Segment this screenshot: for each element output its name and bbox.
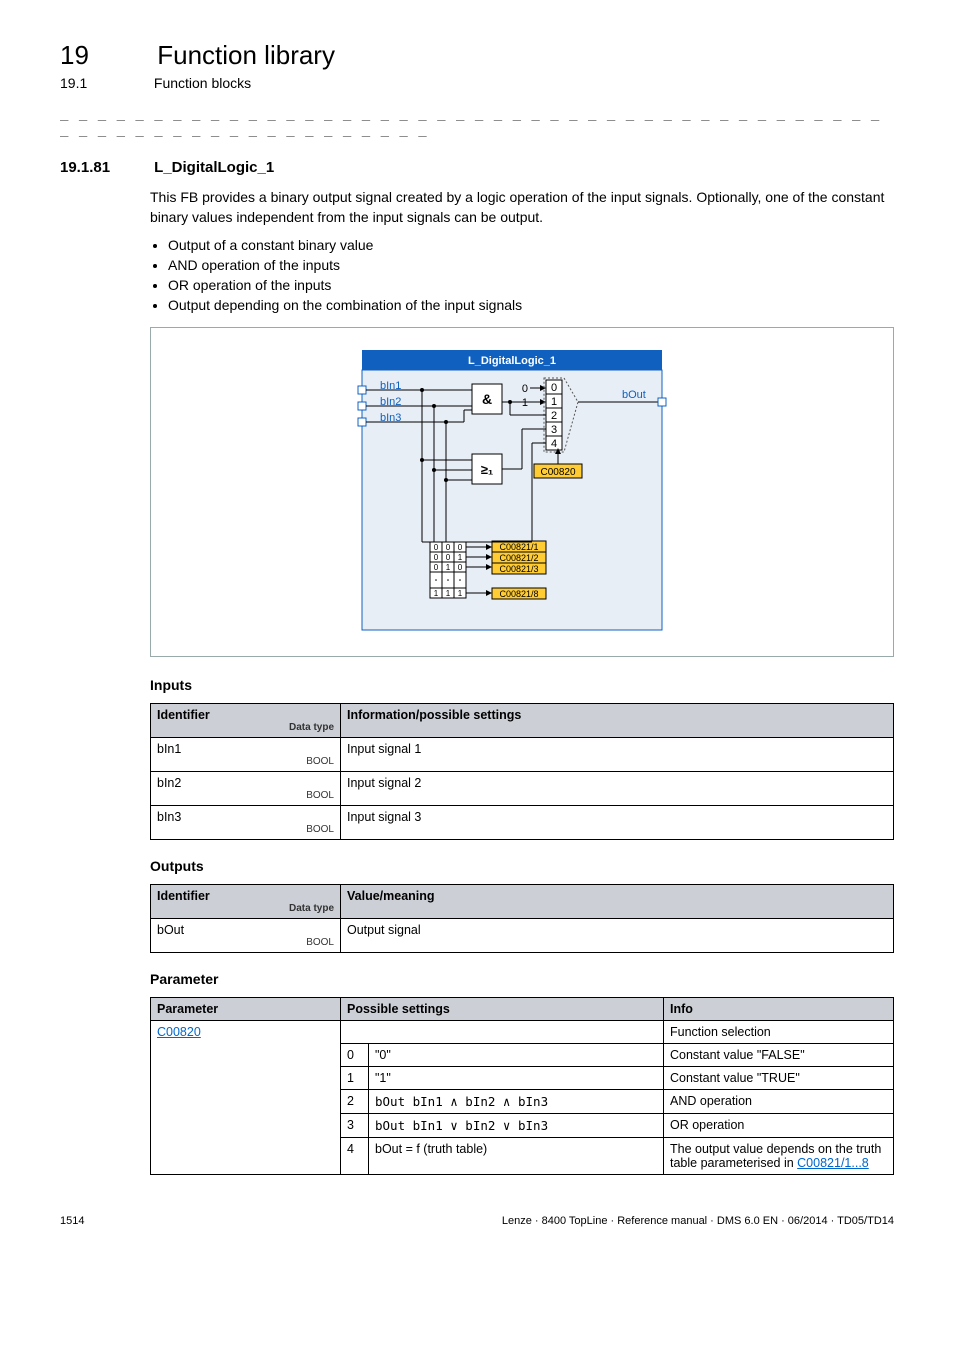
svg-text:2: 2 [551, 410, 557, 422]
table-row: bIn2BOOL Input signal 2 [151, 772, 894, 806]
outputs-table: Identifier Data type Value/meaning bOutB… [150, 884, 894, 953]
diagram-title: L_DigitalLogic_1 [468, 355, 556, 367]
svg-text:0: 0 [434, 543, 439, 552]
page-header: 19 Function library 19.1 Function blocks [60, 40, 894, 91]
list-item: Output of a constant binary value [168, 237, 894, 253]
chapter-title: Function library [157, 40, 335, 70]
divider: _ _ _ _ _ _ _ _ _ _ _ _ _ _ _ _ _ _ _ _ … [60, 105, 894, 137]
svg-text:0: 0 [434, 553, 439, 562]
list-item: AND operation of the inputs [168, 257, 894, 273]
chapter-number: 19 [60, 40, 150, 71]
col-header: Information/possible settings [341, 704, 894, 738]
and-gate-label: & [482, 391, 492, 407]
subsection-number: 19.1.81 [60, 159, 150, 176]
svg-text:0: 0 [446, 543, 451, 552]
col-header: Info [664, 998, 894, 1021]
outputs-heading: Outputs [150, 858, 894, 874]
subsection-title: L_DigitalLogic_1 [154, 159, 274, 176]
output-label: bOut [622, 389, 646, 401]
col-subheader: Data type [157, 903, 334, 914]
svg-text:0: 0 [446, 553, 451, 562]
col-header: Parameter [151, 998, 341, 1021]
block-diagram: L_DigitalLogic_1 bIn1 bIn2 bIn3 [150, 327, 894, 657]
svg-text:0: 0 [458, 543, 463, 552]
svg-text:1: 1 [446, 589, 451, 598]
table-row: bIn3BOOL Input signal 3 [151, 806, 894, 840]
svg-text:1: 1 [434, 589, 439, 598]
svg-text:1: 1 [458, 553, 463, 562]
inputs-heading: Inputs [150, 677, 894, 693]
svg-text:0: 0 [434, 563, 439, 572]
list-item: Output depending on the combination of t… [168, 297, 894, 313]
svg-text:1: 1 [458, 589, 463, 598]
param-link[interactable]: C00820 [157, 1025, 201, 1039]
svg-text:3: 3 [551, 424, 557, 436]
svg-text:C00821/3: C00821/3 [499, 564, 538, 574]
svg-text:1: 1 [446, 563, 451, 572]
selector-code: C00820 [540, 467, 575, 478]
svg-text:C00821/1: C00821/1 [499, 542, 538, 552]
section-number: 19.1 [60, 75, 150, 91]
col-header: Value/meaning [341, 885, 894, 919]
parameter-heading: Parameter [150, 971, 894, 987]
svg-text:4: 4 [551, 438, 557, 450]
col-header: Possible settings [341, 998, 664, 1021]
parameter-table: Parameter Possible settings Info C00820 … [150, 997, 894, 1175]
col-header: Identifier [157, 889, 210, 903]
inputs-table: Identifier Data type Information/possibl… [150, 703, 894, 840]
bullet-list: Output of a constant binary value AND op… [150, 237, 894, 313]
section-title: Function blocks [154, 75, 251, 91]
page-footer: 1514 Lenze · 8400 TopLine · Reference ma… [60, 1215, 894, 1227]
svg-text:1: 1 [551, 396, 557, 408]
mux-in-label: 1 [522, 397, 528, 409]
list-item: OR operation of the inputs [168, 277, 894, 293]
table-row: C00820 Function selection [151, 1021, 894, 1044]
col-subheader: Data type [157, 722, 334, 733]
svg-text:0: 0 [551, 382, 557, 394]
svg-text:C00821/2: C00821/2 [499, 553, 538, 563]
col-header: Identifier [157, 708, 210, 722]
mux-options: 0 1 2 3 4 [546, 380, 562, 450]
table-row: bOutBOOL Output signal [151, 919, 894, 953]
page-number: 1514 [60, 1215, 84, 1227]
intro-text: This FB provides a binary output signal … [150, 188, 894, 227]
or-gate-label: ≥₁ [481, 462, 494, 477]
mux-in-label: 0 [522, 383, 528, 395]
footer-text: Lenze · 8400 TopLine · Reference manual … [502, 1215, 894, 1227]
table-row: bIn1BOOL Input signal 1 [151, 738, 894, 772]
param-link[interactable]: C00821/1...8 [797, 1156, 869, 1170]
svg-text:C00821/8: C00821/8 [499, 589, 538, 599]
svg-text:0: 0 [458, 563, 463, 572]
